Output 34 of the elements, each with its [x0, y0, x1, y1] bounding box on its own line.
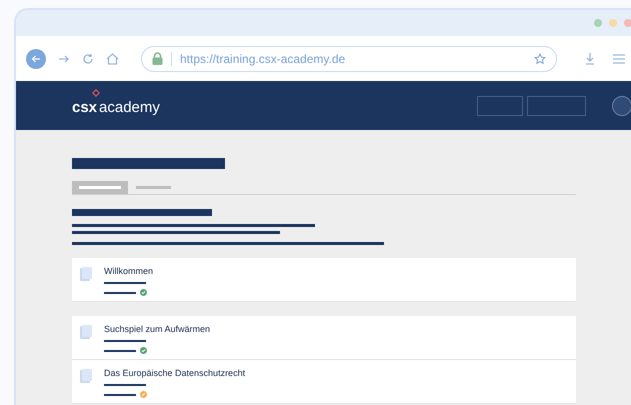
download-icon[interactable]: [585, 52, 595, 65]
nav-button[interactable]: [477, 96, 523, 116]
forward-icon[interactable]: [58, 54, 70, 64]
placeholder-line: [104, 384, 146, 386]
lesson-card[interactable]: Suchspiel zum Aufwärmen: [72, 316, 576, 360]
back-button[interactable]: [26, 48, 46, 68]
placeholder-line: [104, 292, 136, 294]
lesson-title: Das Europäische Datenschutzrecht: [104, 368, 246, 379]
placeholder-line: [104, 394, 136, 396]
lesson-card[interactable]: Das Europäische Datenschutzrecht: [72, 360, 576, 404]
reload-icon[interactable]: [82, 52, 94, 64]
tab[interactable]: [72, 181, 128, 194]
logo-text: academy: [99, 98, 160, 118]
arrow-left-icon: [31, 54, 41, 64]
placeholder-line: [104, 340, 146, 342]
nav-button[interactable]: [527, 96, 586, 116]
placeholder-line: [104, 350, 136, 352]
home-icon[interactable]: [106, 52, 119, 64]
logo-text: csx: [72, 98, 98, 118]
url-text: https://training.csx-academy.de: [180, 50, 346, 68]
diamond-icon: [92, 89, 100, 98]
logo[interactable]: csxacademy: [72, 88, 160, 120]
placeholder-line: [104, 282, 146, 284]
star-icon[interactable]: [534, 52, 546, 64]
document-icon: [80, 267, 92, 281]
placeholder-line: [136, 186, 171, 189]
lesson-title: Suchspiel zum Aufwärmen: [104, 324, 210, 335]
lesson-title: Willkommen: [104, 266, 154, 277]
document-icon: [80, 369, 92, 383]
document-icon: [80, 325, 92, 339]
lesson-card[interactable]: Willkommen: [72, 258, 576, 302]
avatar[interactable]: [612, 96, 631, 116]
menu-icon[interactable]: [613, 54, 625, 64]
padlock-icon: [152, 52, 163, 65]
